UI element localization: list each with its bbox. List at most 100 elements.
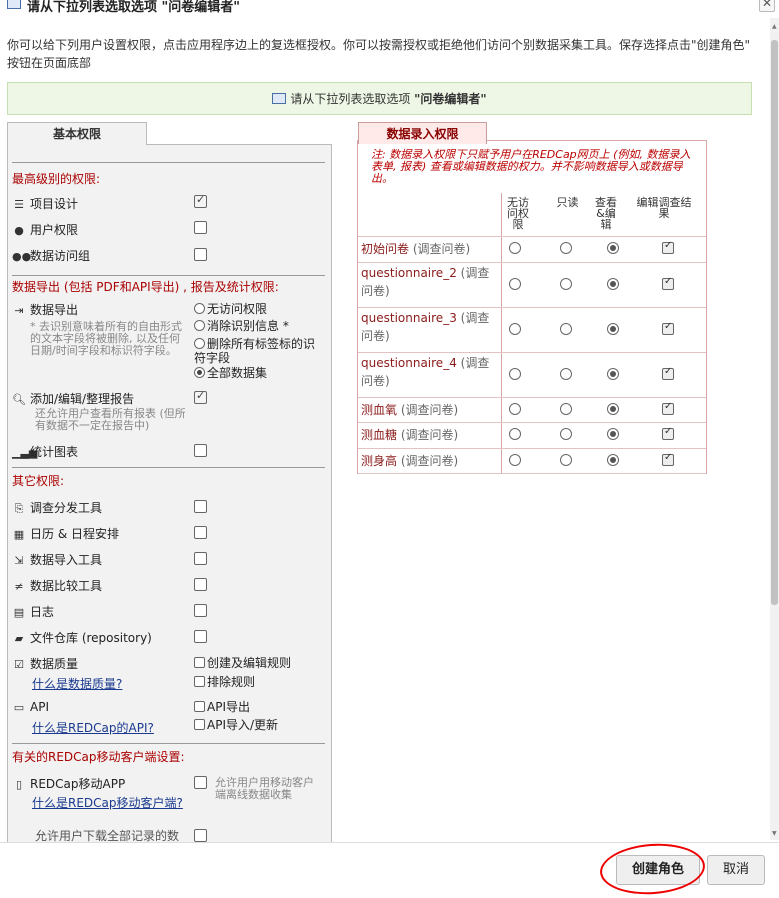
log-icon: ▤: [13, 606, 25, 619]
data-entry-edit-survey-checkbox[interactable]: [662, 276, 674, 290]
data-entry-no-access-radio[interactable]: [509, 403, 521, 415]
role-banner-icon: [272, 93, 287, 104]
export-option-deidentified[interactable]: 消除识别信息 *: [194, 319, 289, 333]
reports-note: 还允许用户查看所有报表 (但所有数据不一定在报告中): [35, 407, 186, 432]
data-entry-read-only-radio[interactable]: [560, 242, 572, 254]
data-entry-read-only-radio[interactable]: [560, 403, 572, 415]
data-entry-row-divider: [358, 307, 706, 308]
mobile-help-link[interactable]: 什么是REDCap移动客户端?: [32, 794, 183, 811]
data-entry-read-only-radio[interactable]: [560, 428, 572, 440]
data-entry-edit-survey-checkbox[interactable]: [662, 321, 674, 335]
compare-label: ≠ 数据比较工具: [12, 577, 102, 594]
data-entry-read-only-radio[interactable]: [560, 454, 572, 466]
intro-text: 你可以给下列用户设置权限，点击应用程序边上的复选框授权。你可以按需授权或拒绝他们…: [7, 38, 751, 70]
export-option-remove-identifiers[interactable]: 删除所有标签标的识符字段: [194, 337, 322, 365]
project-design-label: ☰ 项目设计: [12, 195, 78, 212]
data-entry-instrument-name: 测血氧 (调查问卷): [361, 403, 459, 417]
scroll-down-arrow-icon[interactable]: ▼: [772, 830, 777, 837]
calendar-checkbox[interactable]: [194, 526, 207, 539]
data-entry-row-divider: [358, 473, 706, 474]
dialog-title: 请从下拉列表选取选项 "问卷编辑者": [27, 0, 241, 15]
section-top-rights: 最高级别的权限:: [12, 172, 101, 186]
api-label: ▭ API: [13, 700, 49, 714]
import-icon: ⇲: [14, 554, 24, 567]
reports-label: 🔍︎ 添加/编辑/整理报告: [12, 392, 135, 406]
data-entry-view-edit-radio[interactable]: [607, 323, 619, 335]
cancel-button[interactable]: 取消: [707, 855, 765, 885]
divider: [12, 467, 325, 468]
api-help-link[interactable]: 什么是REDCap的API?: [32, 719, 154, 736]
data-entry-edit-survey-checkbox[interactable]: [662, 240, 674, 254]
col-header-read-only: 只读: [556, 196, 579, 209]
data-entry-read-only-radio[interactable]: [560, 368, 572, 380]
data-entry-view-edit-radio[interactable]: [607, 242, 619, 254]
tab-data-entry-rights[interactable]: 数据录入权限: [358, 122, 487, 144]
stats-checkbox[interactable]: [194, 444, 207, 457]
reports-checkbox[interactable]: [194, 389, 207, 404]
check-square-icon: ☑: [14, 658, 24, 671]
bar-chart-icon: ▁▃▅: [12, 446, 38, 459]
scroll-up-arrow-icon[interactable]: ▲: [772, 23, 777, 30]
survey-dist-label: ⎘ 调查分发工具: [12, 499, 102, 516]
data-entry-no-access-radio[interactable]: [509, 278, 521, 290]
role-banner: 请从下拉列表选取选项 "问卷编辑者": [7, 82, 752, 115]
data-entry-no-access-radio[interactable]: [509, 454, 521, 466]
section-export-rights: 数据导出 (包括 PDF和API导出) , 报告及统计权限:: [12, 280, 279, 294]
file-repo-checkbox[interactable]: [194, 630, 207, 643]
data-entry-edit-survey-checkbox[interactable]: [662, 401, 674, 415]
mobile-app-note: 允许用户用移动客户端离线数据收集: [215, 776, 314, 801]
stats-label: ▁▃▅统计图表: [12, 445, 79, 459]
dq-create-rules[interactable]: 创建及编辑规则: [194, 656, 291, 670]
dag-checkbox[interactable]: [194, 248, 207, 261]
data-quality-help-link[interactable]: 什么是数据质量?: [32, 675, 122, 692]
data-quality-label: ☑ 数据质量: [12, 655, 78, 672]
data-entry-view-edit-radio[interactable]: [607, 278, 619, 290]
data-entry-instrument-name: questionnaire_2 (调查问卷): [361, 266, 490, 298]
logging-checkbox[interactable]: [194, 604, 207, 617]
user-icon: ●: [14, 224, 24, 237]
export-option-none[interactable]: 无访问权限: [194, 302, 267, 316]
export-option-full[interactable]: 全部数据集: [194, 366, 267, 380]
data-entry-no-access-radio[interactable]: [509, 323, 521, 335]
project-design-checkbox[interactable]: [194, 193, 207, 208]
data-entry-no-access-radio[interactable]: [509, 368, 521, 380]
data-entry-row-divider: [358, 448, 706, 449]
survey-dist-checkbox[interactable]: [194, 500, 207, 513]
api-import-option[interactable]: API导入/更新: [194, 718, 278, 732]
dq-execute-rules[interactable]: 排除规则: [194, 675, 255, 689]
tab-basic-rights[interactable]: 基本权限: [7, 122, 147, 145]
data-export-label: ⇥ 数据导出: [12, 301, 78, 318]
search-icon: 🔍︎: [12, 393, 26, 406]
user-rights-checkbox[interactable]: [194, 221, 207, 234]
compare-checkbox[interactable]: [194, 578, 207, 591]
data-entry-edit-survey-checkbox[interactable]: [662, 366, 674, 380]
data-entry-view-edit-radio[interactable]: [607, 368, 619, 380]
data-entry-no-access-radio[interactable]: [509, 242, 521, 254]
calendar-icon: ▦: [13, 528, 25, 541]
divider: [12, 275, 325, 276]
data-entry-read-only-radio[interactable]: [560, 323, 572, 335]
user-rights-label: ● 用户权限: [12, 221, 78, 238]
data-entry-row-divider: [358, 422, 706, 423]
api-export-option[interactable]: API导出: [194, 700, 250, 714]
data-entry-edit-survey-checkbox[interactable]: [662, 452, 674, 466]
data-entry-row-divider: [358, 352, 706, 353]
divider: [12, 162, 325, 163]
mobile-app-checkbox[interactable]: [194, 776, 207, 789]
divider: [12, 743, 325, 744]
scrollbar-thumb[interactable]: [771, 40, 778, 605]
file-repo-label: ▰ 文件仓库 (repository): [12, 629, 152, 646]
close-button[interactable]: ✕: [759, 0, 775, 12]
dialog-scrollbar[interactable]: ▲ ▼: [770, 18, 779, 840]
download-all-checkbox[interactable]: [194, 829, 207, 842]
col-header-no-access: 无访问权限: [507, 196, 529, 231]
export-icon: ⇥: [14, 304, 24, 317]
calendar-label: ▦ 日历 & 日程安排: [13, 527, 119, 541]
data-entry-view-edit-radio[interactable]: [607, 403, 619, 415]
data-entry-view-edit-radio[interactable]: [607, 454, 619, 466]
data-entry-no-access-radio[interactable]: [509, 428, 521, 440]
data-entry-view-edit-radio[interactable]: [607, 428, 619, 440]
data-entry-edit-survey-checkbox[interactable]: [662, 426, 674, 440]
data-entry-read-only-radio[interactable]: [560, 278, 572, 290]
import-checkbox[interactable]: [194, 552, 207, 565]
